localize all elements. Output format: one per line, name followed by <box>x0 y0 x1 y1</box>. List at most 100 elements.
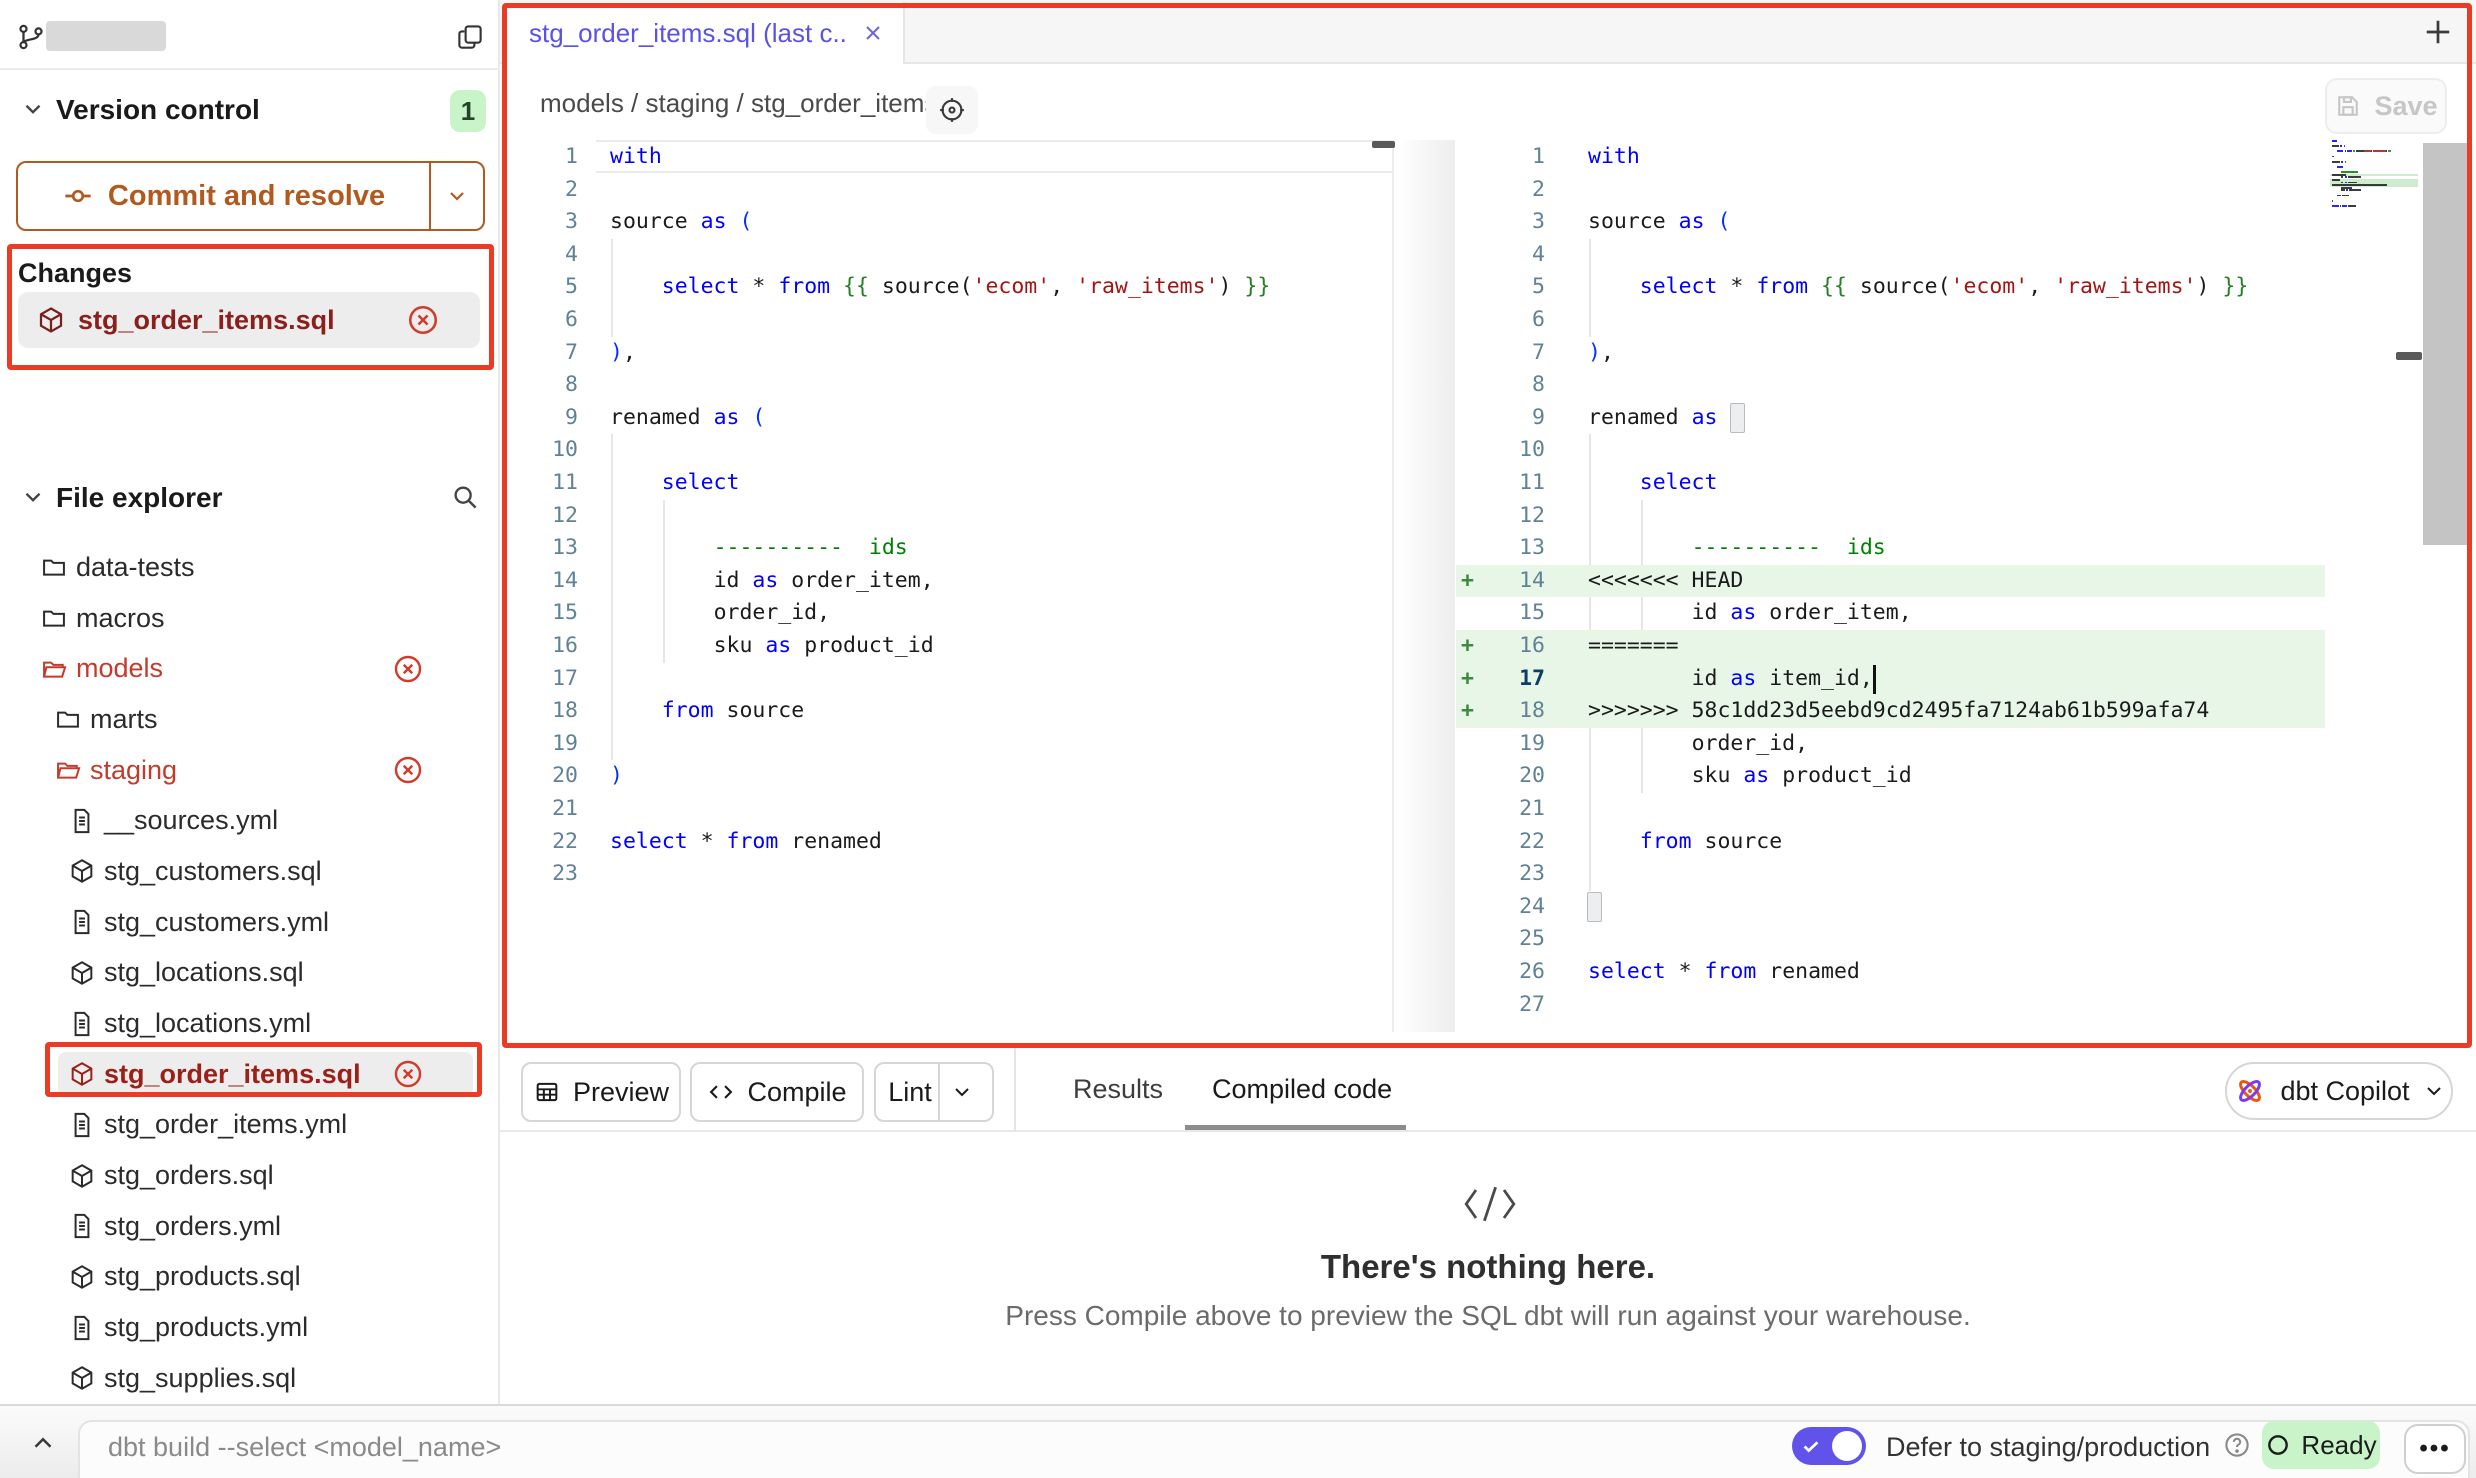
tab-stg-order-items[interactable]: stg_order_items.sql (last c... <box>507 2 905 64</box>
breadcrumb-row: models / staging / stg_order_items.sql S… <box>500 64 2476 140</box>
file-label: marts <box>90 704 158 735</box>
changed-file-row[interactable]: stg_order_items.sql <box>18 292 480 348</box>
status-circle-icon <box>2265 1432 2291 1458</box>
git-branch-icon[interactable] <box>16 22 46 52</box>
lineage-icon[interactable] <box>926 86 978 134</box>
file-explorer-item-stg-locations-sql[interactable]: stg_locations.sql <box>0 948 500 999</box>
model-icon <box>68 959 96 987</box>
file-label: stg_customers.sql <box>104 856 322 887</box>
code-line-18: +18>>>>>>> 58c1dd23d5eebd9cd2495fa7124ab… <box>1455 695 2420 728</box>
new-tab-plus-icon[interactable] <box>2420 14 2456 50</box>
code-line-11: 11 select <box>1455 467 2420 500</box>
code-line-12: 12 <box>500 500 1392 533</box>
compile-button[interactable]: Compile <box>690 1062 864 1122</box>
folder-icon <box>40 604 68 632</box>
code-line-4: 4 <box>500 239 1392 272</box>
file-explorer-item-stg-locations-yml[interactable]: stg_locations.yml <box>0 998 500 1049</box>
code-line-16: 16 sku as product_id <box>500 630 1392 663</box>
code-line-9: 9renamed as ( <box>500 402 1392 435</box>
chevron-down-icon[interactable] <box>20 484 46 510</box>
code-line-13: 13 ---------- ids <box>500 532 1392 565</box>
code-line-26: 26select * from renamed <box>1455 956 2420 989</box>
code-line-9: 9renamed as ( <box>1455 402 2420 435</box>
file-explorer-item-stg-customers-yml[interactable]: stg_customers.yml <box>0 897 500 948</box>
lint-button[interactable]: Lint <box>874 1062 994 1122</box>
defer-label: Defer to staging/production <box>1886 1432 2210 1463</box>
sidebar: Version control 1 Commit and resolve Cha… <box>0 0 500 1404</box>
discard-x-icon[interactable] <box>392 1058 424 1090</box>
file-explorer-item-macros[interactable]: macros <box>0 593 500 644</box>
editor-pane-right[interactable]: 1with23source as (45 select * from {{ so… <box>1455 140 2420 1032</box>
breadcrumb: models / staging / stg_order_items.sql <box>540 88 978 119</box>
copy-files-icon[interactable] <box>455 22 485 52</box>
commit-dropdown-caret[interactable] <box>431 163 483 229</box>
discard-x-icon[interactable] <box>392 653 424 685</box>
file-explorer-item-marts[interactable]: marts <box>0 694 500 745</box>
scrollbar-thumb[interactable] <box>2423 143 2470 545</box>
chevron-down-icon[interactable] <box>20 96 46 122</box>
command-bar: dbt build --select <model_name> Defer to… <box>0 1404 2476 1478</box>
code-line-23: 23 <box>500 858 1392 891</box>
file-explorer-item-stg-order-items-sql[interactable]: stg_order_items.sql <box>0 1049 500 1100</box>
file-label: stg_products.sql <box>104 1261 301 1292</box>
table-icon <box>533 1078 561 1106</box>
defer-toggle[interactable] <box>1792 1427 1866 1465</box>
tab-results[interactable]: Results <box>1073 1048 1163 1130</box>
discard-x-icon[interactable] <box>392 754 424 786</box>
code-line-12: 12 <box>1455 500 2420 533</box>
code-icon <box>707 1078 735 1106</box>
chevron-down-icon[interactable] <box>950 1080 974 1104</box>
code-line-5: 5 select * from {{ source('ecom', 'raw_i… <box>1455 271 2420 304</box>
chevron-up-icon[interactable] <box>28 1428 58 1458</box>
dbt-copilot-logo-icon <box>2232 1073 2268 1109</box>
file-explorer-item-stg-orders-yml[interactable]: stg_orders.yml <box>0 1201 500 1252</box>
save-icon <box>2334 92 2362 120</box>
check-icon <box>1800 1435 1822 1457</box>
file-explorer-item-stg-supplies-sql[interactable]: stg_supplies.sql <box>0 1353 500 1404</box>
editor-pane-left[interactable]: 1with23source as (45 select * from {{ so… <box>500 140 1394 1032</box>
discard-x-icon[interactable] <box>406 303 440 337</box>
file-explorer-item-models[interactable]: models <box>0 643 500 694</box>
file-explorer-item-stg-products-sql[interactable]: stg_products.sql <box>0 1252 500 1303</box>
code-line-8: 8 <box>1455 369 2420 402</box>
file-explorer-item--sources-yml[interactable]: __sources.yml <box>0 795 500 846</box>
folder-icon <box>40 553 68 581</box>
code-line-22: 22 from source <box>1455 826 2420 859</box>
dbt-copilot-button[interactable]: dbt Copilot <box>2225 1062 2453 1120</box>
file-label: staging <box>90 755 177 786</box>
folder-icon <box>54 705 82 733</box>
code-line-14: 14 id as order_item, <box>500 565 1392 598</box>
branch-name-placeholder[interactable] <box>46 21 166 51</box>
scrollbar-dash-right[interactable] <box>2396 352 2422 360</box>
file-explorer-item-stg-order-items-yml[interactable]: stg_order_items.yml <box>0 1100 500 1151</box>
code-line-17: +17 id as item_id, <box>1455 663 2420 696</box>
help-icon[interactable] <box>2222 1430 2252 1460</box>
code-line-17: 17 <box>500 663 1392 696</box>
file-label: stg_orders.sql <box>104 1160 274 1191</box>
file-label: stg_order_items.sql <box>104 1059 361 1090</box>
commit-and-resolve-button[interactable]: Commit and resolve <box>16 161 485 231</box>
file-explorer-item-stg-orders-sql[interactable]: stg_orders.sql <box>0 1150 500 1201</box>
code-line-11: 11 select <box>500 467 1392 500</box>
doc-icon <box>68 1212 96 1240</box>
file-label: stg_order_items.yml <box>104 1109 347 1140</box>
file-label: stg_products.yml <box>104 1312 308 1343</box>
file-explorer-item-data-tests[interactable]: data-tests <box>0 542 500 593</box>
search-icon[interactable] <box>450 482 480 512</box>
close-icon[interactable] <box>861 21 885 45</box>
file-label: stg_locations.sql <box>104 957 304 988</box>
file-explorer-item-staging[interactable]: staging <box>0 745 500 796</box>
save-button[interactable]: Save <box>2325 78 2447 134</box>
file-tree: data-testsmacrosmodels marts staging __sour… <box>0 542 500 1404</box>
preview-button[interactable]: Preview <box>521 1062 681 1122</box>
pane-divider <box>1397 140 1455 1032</box>
scrollbar-dash-left[interactable] <box>1372 141 1395 148</box>
file-explorer-item-stg-customers-sql[interactable]: stg_customers.sql <box>0 846 500 897</box>
minimap[interactable] <box>2330 140 2420 260</box>
chevron-down-icon <box>2422 1079 2446 1103</box>
tab-compiled-code[interactable]: Compiled code <box>1212 1048 1392 1130</box>
tab-title: stg_order_items.sql (last c... <box>529 18 849 49</box>
file-explorer-item-stg-products-yml[interactable]: stg_products.yml <box>0 1302 500 1353</box>
code-line-22: 22select * from renamed <box>500 826 1392 859</box>
more-options-button[interactable]: ••• <box>2404 1424 2466 1474</box>
